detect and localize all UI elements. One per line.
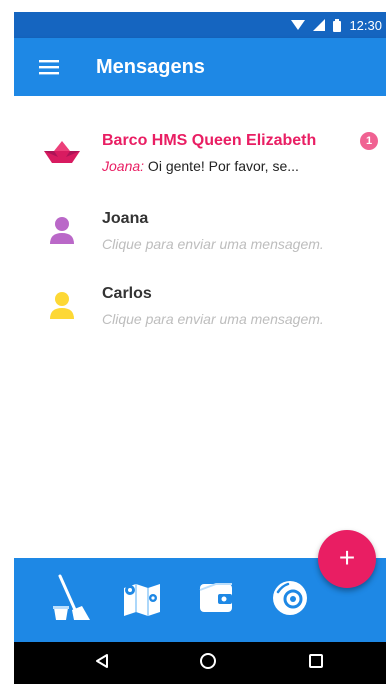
person-icon — [49, 291, 75, 324]
home-button[interactable] — [194, 649, 222, 677]
phone-screen: 12:30 Mensagens Barco HMS Queen Elizabet… — [0, 0, 386, 684]
disc-icon — [270, 578, 310, 623]
home-icon — [199, 652, 217, 675]
chat-text: Barco HMS Queen Elizabeth Joana: Oi gent… — [102, 132, 346, 174]
unread-badge: 1 — [360, 132, 378, 150]
chat-preview: Joana: Oi gente! Por favor, se... — [102, 158, 346, 174]
app-bar: Mensagens — [14, 38, 386, 96]
back-icon — [94, 653, 110, 674]
tab-disc[interactable] — [264, 574, 316, 626]
new-message-button[interactable]: + — [318, 530, 376, 588]
signal-icon — [313, 19, 326, 31]
page-title: Mensagens — [96, 55, 205, 78]
system-nav-bar — [14, 642, 386, 684]
chat-item[interactable]: Joana Clique para enviar uma mensagem. — [14, 206, 386, 278]
tab-wallet[interactable] — [190, 574, 242, 626]
chat-item[interactable]: Carlos Clique para enviar uma mensagem. — [14, 281, 386, 353]
broom-bucket-icon — [52, 574, 96, 627]
paper-boat-icon — [42, 140, 82, 172]
wallet-icon — [196, 580, 236, 621]
chat-list: Barco HMS Queen Elizabeth Joana: Oi gent… — [14, 96, 386, 558]
chat-avatar — [36, 206, 88, 258]
add-icon: + — [338, 542, 356, 573]
menu-icon — [39, 59, 59, 75]
chat-text: Carlos Clique para enviar uma mensagem. — [102, 285, 346, 327]
status-time: 12:30 — [349, 17, 382, 33]
chat-message: Oi gente! Por favor, se... — [144, 158, 299, 174]
chat-sender: Joana: — [102, 158, 145, 174]
tab-cleaning[interactable] — [48, 574, 100, 626]
chat-name: Carlos — [102, 285, 152, 302]
chat-preview: Clique para enviar uma mensagem. — [102, 236, 324, 252]
chat-item[interactable]: Barco HMS Queen Elizabeth Joana: Oi gent… — [14, 126, 386, 198]
chat-avatar — [36, 281, 88, 333]
recents-icon — [308, 653, 324, 674]
battery-icon — [333, 18, 342, 32]
menu-button[interactable] — [14, 38, 84, 96]
back-button[interactable] — [88, 649, 116, 677]
chat-preview: Clique para enviar uma mensagem. — [102, 311, 324, 327]
person-icon — [49, 216, 75, 249]
chat-text: Joana Clique para enviar uma mensagem. — [102, 210, 346, 252]
recents-button[interactable] — [302, 649, 330, 677]
chat-name: Barco HMS Queen Elizabeth — [102, 132, 317, 149]
tab-map[interactable] — [116, 574, 168, 626]
status-bar: 12:30 — [14, 12, 386, 38]
chat-name: Joana — [102, 210, 149, 227]
map-icon — [120, 580, 164, 621]
chat-avatar — [36, 130, 88, 182]
left-gutter — [0, 0, 14, 684]
wifi-icon — [291, 19, 306, 31]
